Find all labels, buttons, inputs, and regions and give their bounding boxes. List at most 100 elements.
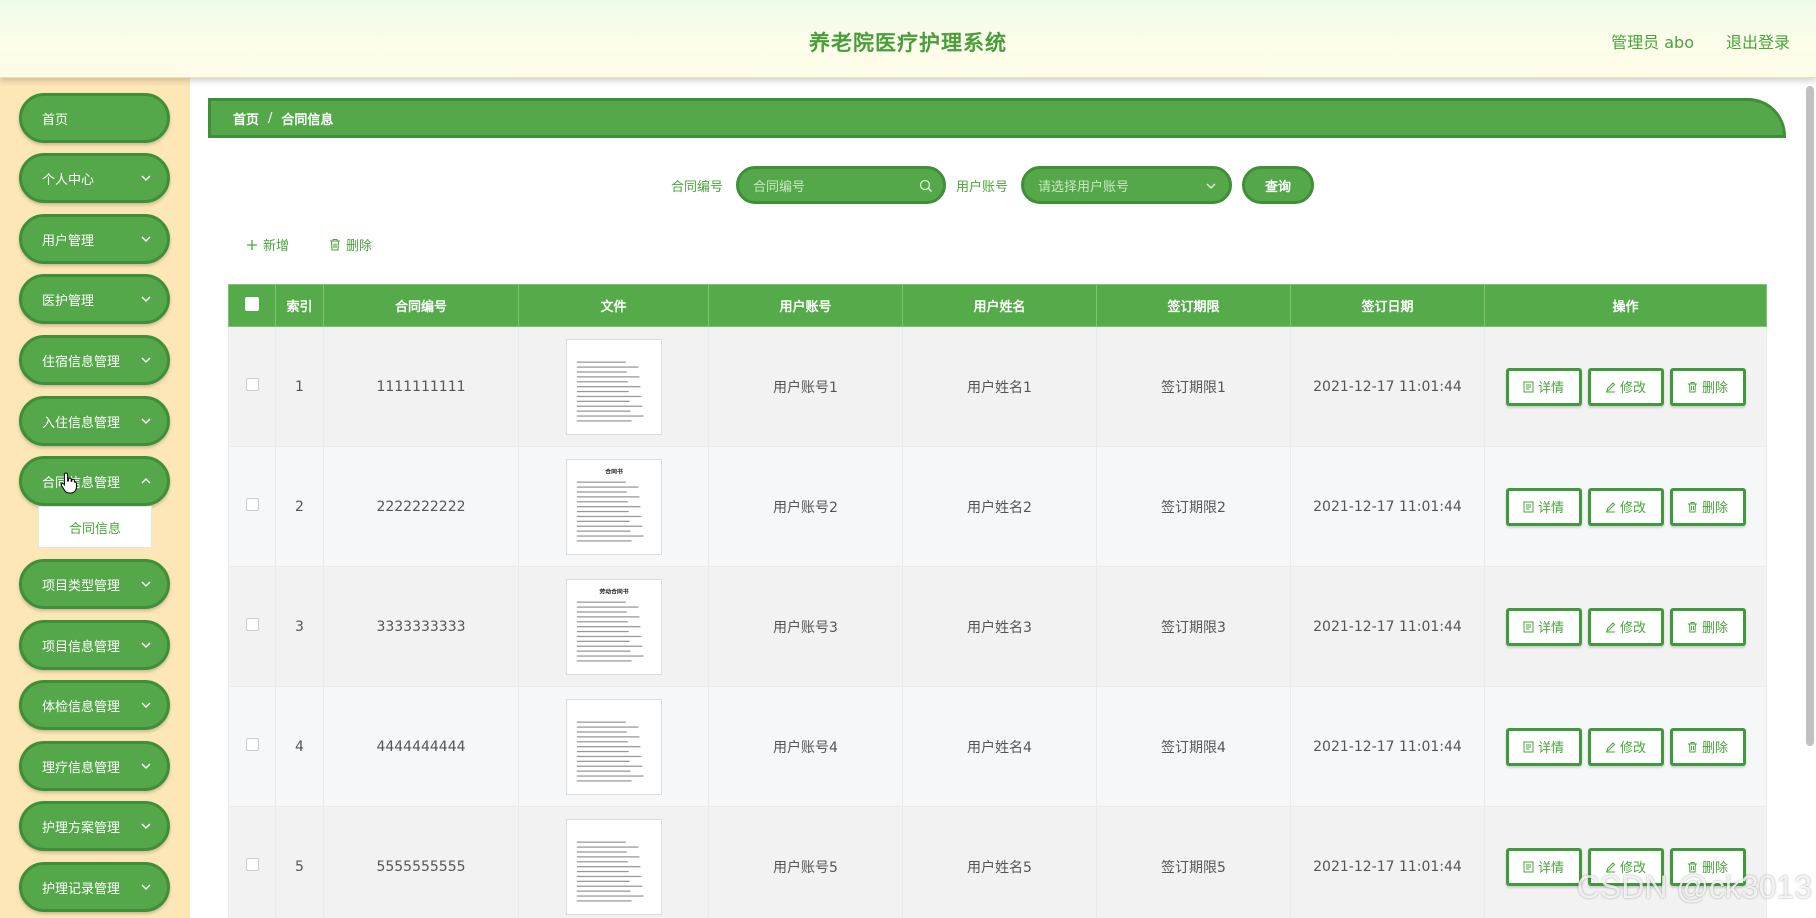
contract-file-thumbnail[interactable]: 劳动合同书 bbox=[565, 578, 662, 675]
detail-button[interactable]: 详情 bbox=[1505, 607, 1582, 646]
row-checkbox[interactable] bbox=[245, 618, 259, 631]
col-header-term: 签订期限 bbox=[1096, 284, 1291, 327]
chevron-down-icon bbox=[141, 236, 151, 242]
cell-file: 合同书 bbox=[518, 446, 709, 567]
row-select-cell bbox=[228, 566, 276, 687]
breadcrumb-current: 合同信息 bbox=[281, 112, 334, 128]
cell-term: 签订期限5 bbox=[1096, 806, 1291, 918]
sidebar-item-project-type[interactable]: 项目类型管理 bbox=[19, 559, 170, 609]
row-select-cell bbox=[228, 446, 276, 567]
table-row[interactable]: 2 2222222222 合同书 用户账号2 用户姓名2 签订期限2 2021-… bbox=[228, 446, 1767, 567]
row-checkbox[interactable] bbox=[245, 498, 259, 511]
cell-account: 用户账号1 bbox=[708, 326, 903, 447]
contract-file-thumbnail[interactable]: 合同书 bbox=[565, 458, 662, 555]
edit-button[interactable]: 修改 bbox=[1587, 487, 1664, 526]
contract-file-thumbnail[interactable] bbox=[565, 818, 662, 915]
contract-no-placeholder: 合同编号 bbox=[753, 179, 806, 195]
document-icon bbox=[1523, 621, 1534, 632]
sidebar-item-user-management[interactable]: 用户管理 bbox=[19, 214, 170, 264]
row-checkbox[interactable] bbox=[245, 378, 259, 391]
contract-file-thumbnail[interactable] bbox=[565, 698, 662, 795]
sidebar-item-project-info[interactable]: 项目信息管理 bbox=[19, 620, 170, 670]
trash-icon bbox=[1687, 501, 1697, 512]
page-scrollbar[interactable] bbox=[1806, 86, 1814, 746]
edit-label: 修改 bbox=[1619, 381, 1646, 396]
table-row[interactable]: 3 3333333333 劳动合同书 用户账号3 用户姓名3 签订期限3 202… bbox=[228, 566, 1767, 687]
detail-button[interactable]: 详情 bbox=[1505, 487, 1582, 526]
search-button[interactable]: 查询 bbox=[1242, 166, 1314, 204]
sidebar-item-home[interactable]: 首页 bbox=[19, 93, 170, 143]
submenu-item-contract-info[interactable]: 合同信息 bbox=[38, 506, 152, 548]
batch-delete-label: 删除 bbox=[346, 239, 373, 254]
contract-no-input[interactable]: 合同编号 bbox=[736, 166, 946, 204]
sidebar-item-medical-staff[interactable]: 医护管理 bbox=[19, 274, 170, 324]
delete-button[interactable]: 删除 bbox=[1669, 487, 1746, 526]
col-header-name: 用户姓名 bbox=[902, 284, 1097, 327]
sidebar-item-label: 体检信息管理 bbox=[42, 699, 121, 715]
chevron-down-icon bbox=[141, 175, 151, 181]
logout-link[interactable]: 退出登录 bbox=[1726, 29, 1790, 53]
add-button[interactable]: 新增 bbox=[246, 235, 289, 254]
delete-button[interactable]: 删除 bbox=[1669, 727, 1746, 766]
sidebar-item-label: 项目类型管理 bbox=[42, 578, 121, 594]
sidebar-item-personal-center[interactable]: 个人中心 bbox=[19, 153, 170, 203]
table-header-row: 索引 合同编号 文件 用户账号 用户姓名 签订期限 签订日期 操作 bbox=[228, 284, 1767, 327]
sidebar-item-label: 入住信息管理 bbox=[42, 415, 121, 431]
sidebar-item-physiotherapy[interactable]: 理疗信息管理 bbox=[19, 741, 170, 791]
sidebar-item-checkin[interactable]: 入住信息管理 bbox=[19, 396, 170, 446]
trash-icon bbox=[1687, 381, 1697, 392]
delete-label: 删除 bbox=[1701, 741, 1728, 756]
watermark: CSDN @ck3013 bbox=[1576, 869, 1812, 905]
sidebar-item-label: 合同信息管理 bbox=[42, 475, 121, 491]
plus-icon bbox=[247, 239, 257, 250]
edit-button[interactable]: 修改 bbox=[1587, 367, 1664, 406]
sidebar-item-label: 个人中心 bbox=[42, 172, 95, 188]
cell-ops: 详情 修改 删除 bbox=[1484, 326, 1767, 447]
batch-delete-button[interactable]: 删除 bbox=[329, 235, 372, 254]
table-row[interactable]: 4 4444444444 用户账号4 用户姓名4 签订期限4 2021-12-1… bbox=[228, 686, 1767, 807]
edit-label: 修改 bbox=[1619, 741, 1646, 756]
table-row[interactable]: 1 1111111111 用户账号1 用户姓名1 签订期限1 2021-12-1… bbox=[228, 326, 1767, 447]
breadcrumb-separator: / bbox=[268, 110, 273, 126]
cell-name: 用户姓名5 bbox=[902, 806, 1097, 918]
cell-contract-no: 5555555555 bbox=[323, 806, 519, 918]
chevron-down-icon bbox=[141, 296, 151, 302]
cell-index: 1 bbox=[275, 326, 324, 447]
detail-button[interactable]: 详情 bbox=[1505, 367, 1582, 406]
breadcrumb-home[interactable]: 首页 bbox=[233, 109, 259, 128]
detail-label: 详情 bbox=[1537, 501, 1564, 516]
sidebar-item-contract[interactable]: 合同信息管理 bbox=[19, 456, 170, 506]
edit-button[interactable]: 修改 bbox=[1587, 727, 1664, 766]
detail-button[interactable]: 详情 bbox=[1505, 847, 1582, 886]
cell-name: 用户姓名2 bbox=[902, 446, 1097, 567]
row-checkbox[interactable] bbox=[245, 858, 259, 871]
delete-button[interactable]: 删除 bbox=[1669, 607, 1746, 646]
edit-label: 修改 bbox=[1619, 621, 1646, 636]
chevron-down-icon bbox=[141, 823, 151, 829]
edit-button[interactable]: 修改 bbox=[1587, 607, 1664, 646]
select-all-checkbox[interactable] bbox=[245, 296, 259, 311]
document-icon bbox=[1523, 741, 1534, 752]
current-user: 管理员 abo bbox=[1611, 33, 1694, 52]
document-icon bbox=[1523, 501, 1534, 512]
sidebar-item-physical-exam[interactable]: 体检信息管理 bbox=[19, 680, 170, 730]
contract-file-thumbnail[interactable] bbox=[565, 338, 662, 435]
user-account-select[interactable]: 请选择用户账号 bbox=[1021, 166, 1232, 204]
cell-contract-no: 2222222222 bbox=[323, 446, 519, 567]
sidebar-item-care-record[interactable]: 护理记录管理 bbox=[19, 862, 170, 912]
row-checkbox[interactable] bbox=[245, 738, 259, 751]
table-row[interactable]: 5 5555555555 用户账号5 用户姓名5 签订期限5 2021-12-1… bbox=[228, 806, 1767, 918]
cell-contract-no: 4444444444 bbox=[323, 686, 519, 807]
search-icon bbox=[919, 179, 932, 192]
delete-button[interactable]: 删除 bbox=[1669, 367, 1746, 406]
trash-icon bbox=[330, 238, 340, 251]
sidebar-item-lodging[interactable]: 住宿信息管理 bbox=[19, 335, 170, 385]
detail-button[interactable]: 详情 bbox=[1505, 727, 1582, 766]
cell-account: 用户账号4 bbox=[708, 686, 903, 807]
edit-icon bbox=[1605, 741, 1616, 752]
cell-account: 用户账号3 bbox=[708, 566, 903, 687]
breadcrumb: 首页 / 合同信息 bbox=[208, 98, 1786, 138]
sidebar-item-care-plan[interactable]: 护理方案管理 bbox=[19, 801, 170, 851]
sidebar-item-label: 理疗信息管理 bbox=[42, 760, 121, 776]
sidebar-item-label: 护理方案管理 bbox=[42, 820, 121, 836]
